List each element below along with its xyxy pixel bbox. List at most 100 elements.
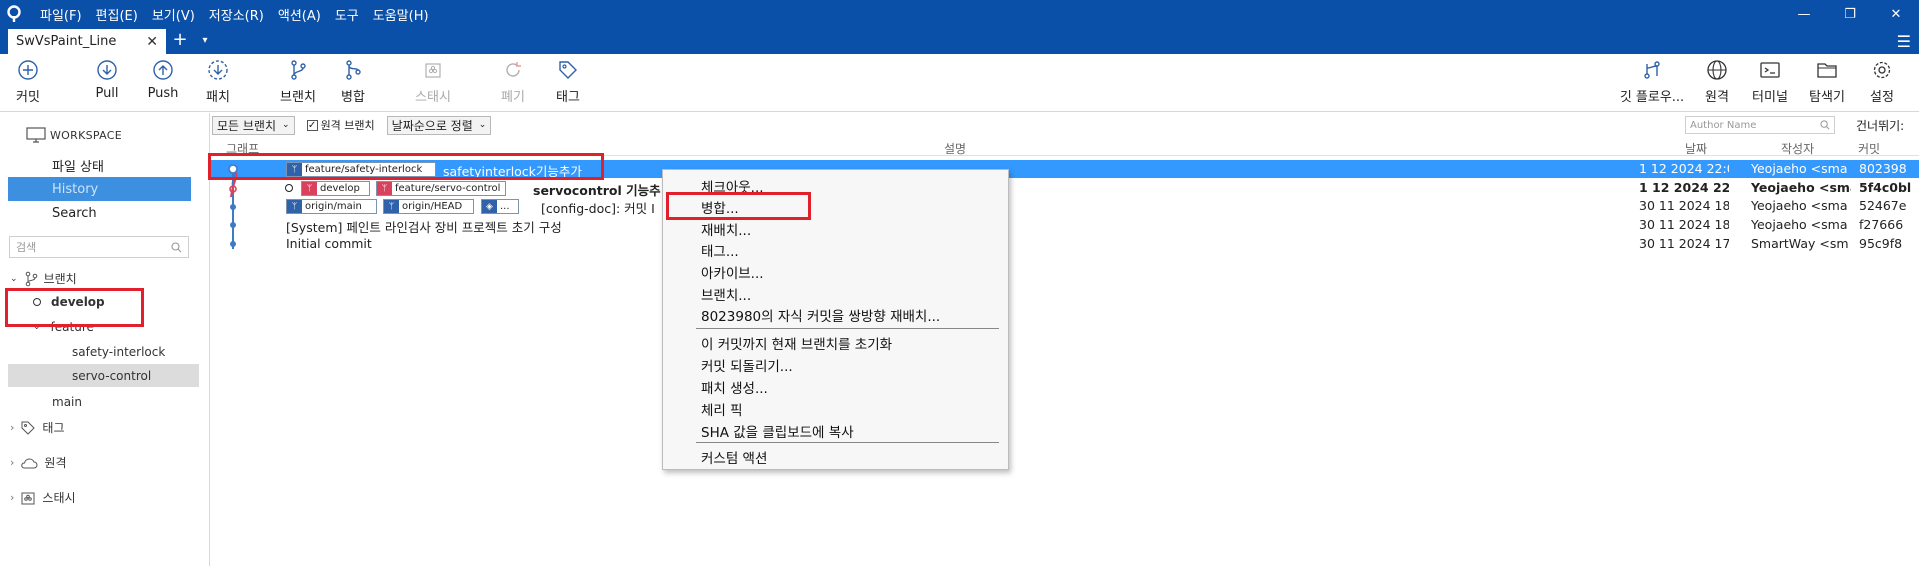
sort-order-select[interactable]: 날짜순으로 정렬 ⌄	[386, 115, 492, 135]
pull-icon	[97, 60, 117, 80]
search-label: Search	[52, 205, 97, 221]
menu-cherry-pick[interactable]: 체리 픽	[701, 399, 743, 419]
remote-button[interactable]: 원격	[1687, 58, 1747, 105]
commit-graph	[228, 164, 238, 249]
tags-label: 태그	[42, 421, 65, 435]
branch-tag-label: develop	[320, 183, 360, 194]
menu-reset[interactable]: 이 커밋까지 현재 브랜치를 초기화	[701, 333, 892, 353]
tab-repository[interactable]: SwVsPaint_Line ✕	[8, 29, 166, 54]
chevron-right-icon: ›	[10, 456, 15, 469]
menu-help[interactable]: 도움말(H)	[373, 5, 429, 24]
branch-tag[interactable]: ᛘ develop	[301, 181, 370, 196]
remote-branches-toggle[interactable]: ✓ 원격 브랜치	[306, 117, 375, 133]
menu-branch[interactable]: 브랜치...	[701, 284, 751, 304]
branch-main[interactable]: main	[52, 395, 82, 409]
commit-row[interactable]: ᛘ origin/main ᛘ origin/HEAD ◈ ... [confi…	[211, 197, 1919, 216]
menu-tag[interactable]: 태그...	[701, 240, 739, 260]
patch-button[interactable]: 패치	[188, 58, 248, 105]
menu-actions[interactable]: 액션(A)	[278, 5, 321, 24]
branch-tag-label: origin/main	[305, 201, 362, 212]
explorer-label: 탐색기	[1809, 90, 1845, 105]
branch-tag[interactable]: ᛘ feature/servo-control	[376, 181, 506, 196]
menu-create-patch[interactable]: 패치 생성...	[701, 377, 768, 397]
search-placeholder: 검색	[16, 241, 37, 254]
column-author[interactable]: 작성자	[1781, 140, 1814, 157]
commit-message: [config-doc]: 커밋 I	[541, 201, 655, 216]
author-placeholder: Author Name	[1690, 119, 1757, 131]
tags-section-header[interactable]: › 태그	[10, 419, 65, 436]
stashes-section-header[interactable]: › 스태시	[10, 489, 76, 506]
commit-row[interactable]: [System] 페인트 라인검사 장비 프로젝트 초기 구성 30 11 20…	[211, 216, 1919, 235]
menu-copy-sha[interactable]: SHA 값을 클립보드에 복사	[701, 421, 854, 441]
merge-button[interactable]: 병합	[323, 58, 383, 105]
settings-button[interactable]: 설정	[1852, 58, 1912, 105]
hamburger-menu-icon[interactable]: ☰	[1897, 32, 1911, 51]
tab-bar: SwVsPaint_Line ✕ + ▾ ☰	[0, 28, 1919, 54]
git-flow-label: 깃 플로우...	[1619, 90, 1685, 105]
discard-icon	[506, 62, 521, 77]
column-commit[interactable]: 커밋	[1858, 140, 1880, 157]
add-tab-button[interactable]: +	[166, 28, 194, 54]
menu-interactive-rebase[interactable]: 8023980의 자식 커밋을 쌍방향 재배치...	[701, 305, 940, 325]
git-flow-button[interactable]: 깃 플로우...	[1619, 58, 1685, 105]
explorer-button[interactable]: 탐색기	[1797, 58, 1857, 105]
menu-tools[interactable]: 도구	[335, 5, 359, 24]
sidebar-item-search[interactable]: Search	[8, 201, 191, 225]
tab-close-icon[interactable]: ✕	[146, 34, 158, 50]
sidebar-item-history[interactable]: History	[8, 177, 191, 201]
menu-revert[interactable]: 커밋 되돌리기...	[701, 355, 793, 375]
author-filter-input[interactable]: Author Name	[1685, 116, 1835, 134]
stash-button[interactable]: 스태시	[403, 58, 463, 105]
push-button[interactable]: Push	[133, 58, 193, 101]
push-icon	[153, 60, 173, 80]
push-label: Push	[147, 86, 179, 101]
monitor-icon	[26, 127, 46, 143]
branch-tag-label: origin/HEAD	[402, 201, 463, 212]
more-tags-label: ...	[500, 201, 510, 212]
menu-rebase[interactable]: 재배치...	[701, 219, 751, 239]
menu-custom-actions[interactable]: 커스텀 액션	[701, 447, 767, 467]
pull-button[interactable]: Pull	[77, 58, 137, 101]
menu-separator	[696, 442, 999, 443]
commit-row[interactable]: Initial commit 30 11 2024 17:2 SmartWay …	[211, 235, 1919, 253]
remote-branches-checkbox[interactable]: ✓	[306, 119, 318, 131]
main-label: main	[52, 395, 82, 409]
menu-separator	[696, 328, 999, 329]
chevron-right-icon: ›	[10, 491, 15, 504]
sidebar-item-file-status[interactable]: 파일 상태	[8, 153, 191, 177]
commit-button[interactable]: 커밋	[0, 58, 58, 105]
remotes-label: 원격	[44, 456, 67, 470]
commit-date: 30 11 2024 18:4	[1639, 198, 1729, 213]
commit-hash: 95c9f8	[1859, 236, 1903, 251]
menu-file[interactable]: 파일(F)	[40, 5, 82, 24]
workspace-header: WORKSPACE	[26, 127, 122, 143]
branch-servo-control[interactable]: servo-control	[72, 369, 151, 383]
remotes-section-header[interactable]: › 원격	[10, 454, 67, 471]
branch-tag[interactable]: ᛘ origin/main	[286, 199, 377, 214]
terminal-button[interactable]: 터미널	[1740, 58, 1800, 105]
patch-icon	[208, 60, 228, 80]
menu-view[interactable]: 보기(V)	[152, 5, 195, 24]
branch-safety-interlock[interactable]: safety-interlock	[72, 345, 165, 359]
menu-repository[interactable]: 저장소(R)	[209, 5, 264, 24]
head-marker-icon	[285, 184, 293, 192]
history-label: History	[52, 181, 99, 197]
more-tags-badge[interactable]: ◈ ...	[481, 199, 519, 214]
restore-button[interactable]: ❐	[1827, 0, 1873, 28]
close-window-button[interactable]: ✕	[1873, 0, 1919, 28]
minimize-button[interactable]: —	[1781, 0, 1827, 28]
column-description[interactable]: 설명	[944, 140, 966, 157]
branch-tag[interactable]: ᛘ origin/HEAD	[383, 199, 474, 214]
branch-icon	[291, 60, 306, 80]
discard-button[interactable]: 폐기	[483, 58, 543, 105]
tab-dropdown-icon[interactable]: ▾	[194, 28, 216, 54]
column-date[interactable]: 날짜	[1685, 140, 1707, 157]
remote-branches-label: 원격 브랜치	[320, 119, 375, 132]
branch-button[interactable]: 브랜치	[268, 58, 328, 105]
branches-section-header[interactable]: ⌄ 브랜치	[10, 270, 77, 287]
sidebar-search-input[interactable]: 검색	[9, 236, 189, 258]
menu-edit[interactable]: 편집(E)	[96, 5, 138, 24]
menu-archive[interactable]: 아카이브...	[701, 262, 764, 282]
tag-button[interactable]: 태그	[538, 58, 598, 105]
commit-row[interactable]: ᛘ develop ᛘ feature/servo-control servoc…	[211, 179, 1919, 198]
